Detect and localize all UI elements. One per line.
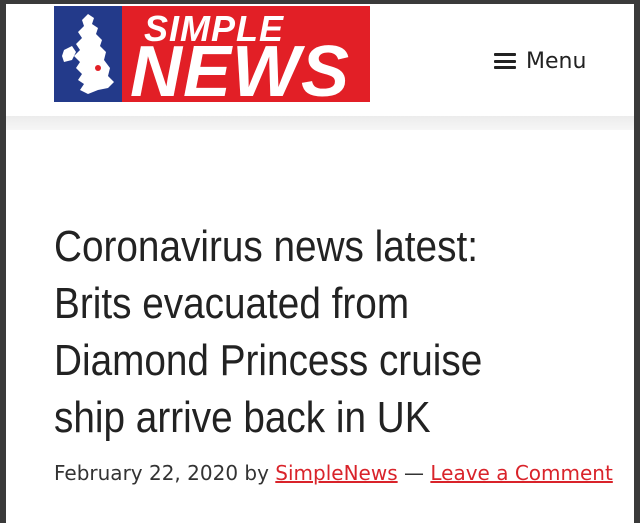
- meta-separator: —: [404, 461, 424, 485]
- site-header: SIMPLE NEWS Menu: [6, 4, 634, 116]
- post-date: February 22, 2020: [54, 461, 239, 485]
- site-logo[interactable]: SIMPLE NEWS: [54, 6, 370, 108]
- article-title: Coronavirus news latest: Brits evacuated…: [54, 222, 483, 442]
- leave-comment-link[interactable]: Leave a Comment: [430, 461, 612, 485]
- logo-line-news: NEWS: [130, 32, 350, 112]
- page-frame: SIMPLE NEWS Menu Coronavirus news latest…: [6, 4, 634, 523]
- menu-button[interactable]: Menu: [494, 44, 586, 78]
- header-divider: [6, 116, 634, 130]
- by-label: by: [244, 461, 269, 485]
- author-link[interactable]: SimpleNews: [275, 461, 397, 485]
- hamburger-icon: [494, 53, 516, 69]
- menu-label: Menu: [526, 48, 587, 74]
- logo-wordmark: SIMPLE NEWS: [122, 6, 370, 108]
- uk-map-icon: [54, 6, 122, 102]
- article-meta: February 22, 2020 by SimpleNews — Leave …: [54, 456, 614, 490]
- article: Coronavirus news latest: Brits evacuated…: [6, 130, 634, 523]
